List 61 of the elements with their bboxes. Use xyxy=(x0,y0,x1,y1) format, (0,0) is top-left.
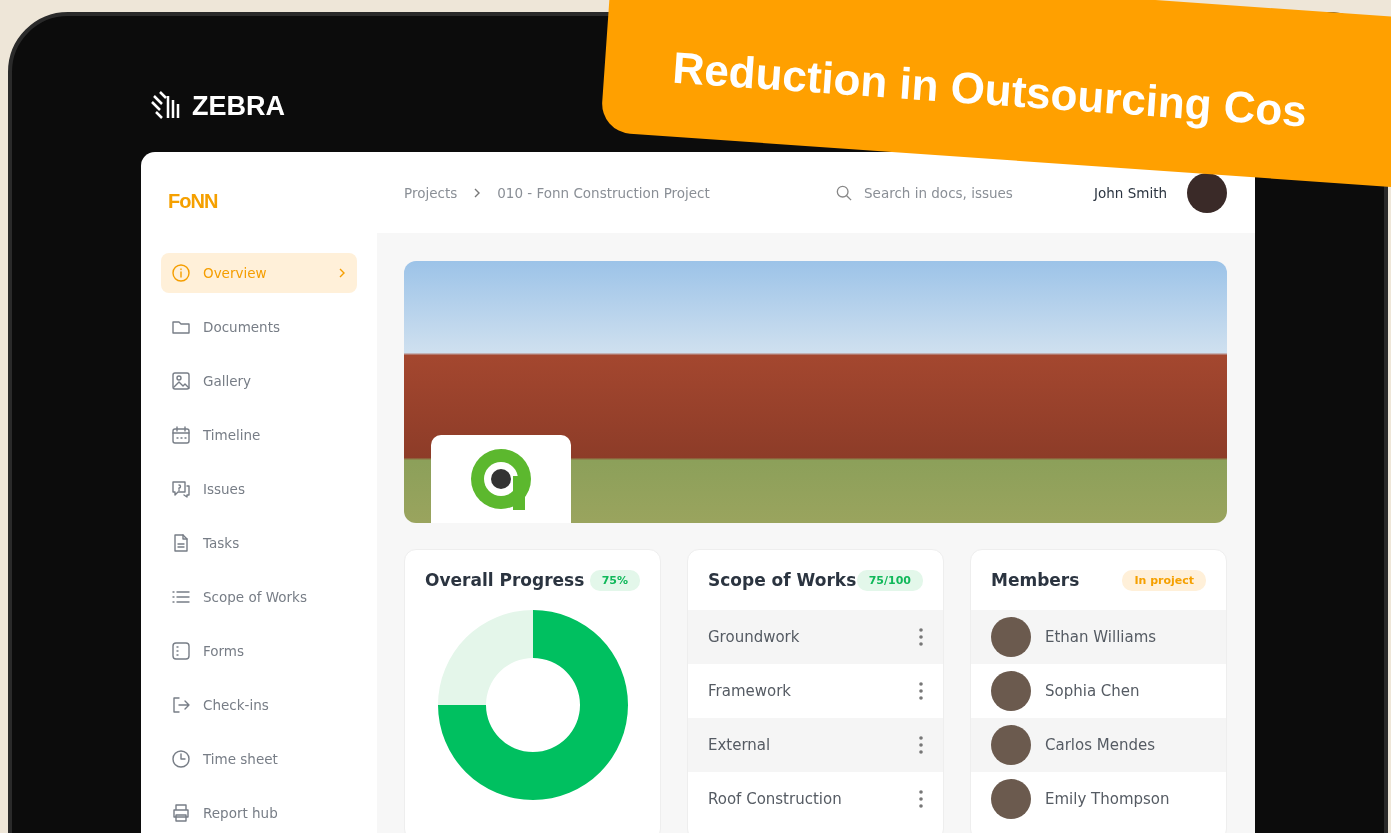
nav-item[interactable]: Timeline xyxy=(161,415,357,455)
member-avatar xyxy=(991,725,1031,765)
nav-icon xyxy=(171,695,191,715)
more-icon[interactable] xyxy=(919,790,923,808)
nav-item[interactable]: Documents xyxy=(161,307,357,347)
member-row[interactable]: Sophia Chen xyxy=(971,664,1226,718)
company-logo-icon xyxy=(468,446,534,512)
card-title: Scope of Works xyxy=(708,570,857,590)
scope-item: External xyxy=(708,736,772,754)
nav-item[interactable]: Gallery xyxy=(161,361,357,401)
count-badge: 75/100 xyxy=(856,569,923,591)
nav-icon xyxy=(171,479,191,499)
nav-icon xyxy=(171,425,191,445)
scope-row[interactable]: Roof Construction xyxy=(688,772,943,826)
more-icon[interactable] xyxy=(919,682,923,700)
search-icon xyxy=(836,183,853,202)
member-name: Carlos Mendes xyxy=(1045,736,1156,754)
member-row[interactable]: Carlos Mendes xyxy=(971,718,1226,772)
member-avatar xyxy=(991,617,1031,657)
member-avatar xyxy=(991,671,1031,711)
nav-icon xyxy=(171,533,191,553)
device-brand: ZEBRA xyxy=(192,90,285,122)
nav-item[interactable]: Time sheet xyxy=(161,739,357,779)
banner-title: Reduction in Outsourcing Cos xyxy=(671,42,1309,136)
member-name: Sophia Chen xyxy=(1045,682,1141,700)
app-logo: FoNN xyxy=(168,190,218,213)
chevron-icon xyxy=(473,187,482,198)
user-avatar[interactable] xyxy=(1187,172,1227,213)
scope-item: Roof Construction xyxy=(708,790,843,808)
nav-icon xyxy=(171,803,191,823)
nav-item[interactable]: Tasks xyxy=(161,523,357,563)
scope-item: Groundwork xyxy=(708,628,801,646)
nav-icon xyxy=(171,641,191,661)
nav-item[interactable]: Check-ins xyxy=(161,685,357,725)
user-name: John Smith xyxy=(1094,184,1167,201)
chevron-icon xyxy=(337,268,347,278)
scope-row[interactable]: Framework xyxy=(688,664,943,718)
card-title: Overall Progress xyxy=(425,570,585,590)
more-icon[interactable] xyxy=(919,736,923,754)
search-field[interactable]: Search in docs, issues xyxy=(836,183,1037,202)
more-icon[interactable] xyxy=(919,628,923,646)
nav-icon xyxy=(171,371,191,391)
scope-item: Framework xyxy=(708,682,793,700)
status-badge: In project xyxy=(1122,569,1206,591)
nav-item[interactable]: Report hub xyxy=(161,793,357,833)
percent-badge: 75% xyxy=(589,569,640,591)
member-row[interactable]: Emily Thompson xyxy=(971,772,1226,826)
nav-icon xyxy=(171,263,191,283)
nav-item[interactable]: Issues xyxy=(161,469,357,509)
card-title: Members xyxy=(991,570,1080,590)
member-name: Emily Thompson xyxy=(1045,790,1171,808)
scope-row[interactable]: External xyxy=(688,718,943,772)
member-row[interactable]: Ethan Williams xyxy=(971,610,1226,664)
member-avatar xyxy=(991,779,1031,819)
nav-item[interactable]: Scope of Works xyxy=(161,577,357,617)
member-name: Ethan Williams xyxy=(1045,628,1158,646)
nav-item[interactable]: Forms xyxy=(161,631,357,671)
breadcrumb-link[interactable]: 010 - Fonn Construction Project xyxy=(497,184,710,201)
breadcrumb-link[interactable]: Projects xyxy=(404,184,458,201)
nav-icon xyxy=(171,749,191,769)
scope-row[interactable]: Groundwork xyxy=(688,610,943,664)
